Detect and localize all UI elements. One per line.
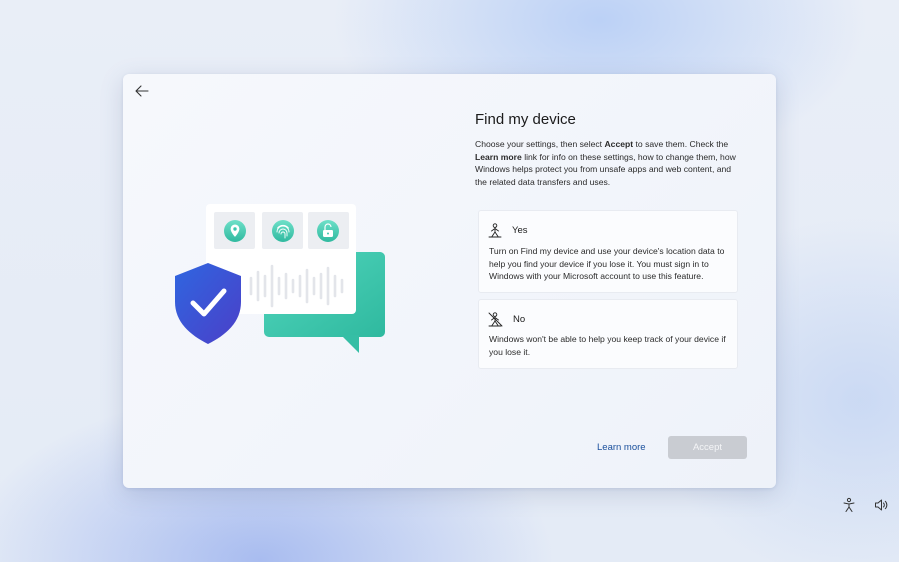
setup-dialog: Find my device Choose your settings, the… [123,74,776,488]
oobe-background: Find my device Choose your settings, the… [0,0,899,562]
system-tray [841,497,889,513]
option-yes-header: Yes [488,223,528,238]
option-yes[interactable]: Yes Turn on Find my device and use your … [478,210,738,293]
learn-more-link[interactable]: Learn more [597,442,646,453]
unlock-icon [317,220,339,242]
accept-button[interactable]: Accept [668,436,747,459]
page-title: Find my device [475,111,576,128]
find-device-illustration [175,204,385,353]
option-yes-label: Yes [512,225,528,236]
back-arrow-icon [135,85,149,97]
desc-learn-more-emphasis: Learn more [475,151,522,162]
page-description: Choose your settings, then select Accept… [475,138,745,188]
person-location-icon [488,223,502,238]
desc-text: to save them. Check the [633,139,729,149]
option-no-header: No [488,312,525,327]
location-pin-icon [224,220,246,242]
desc-text: Choose your settings, then select [475,139,605,149]
back-button[interactable] [131,82,153,100]
option-no[interactable]: No Windows won't be able to help you kee… [478,299,738,369]
option-yes-description: Turn on Find my device and use your devi… [489,246,725,281]
volume-icon[interactable] [873,497,889,513]
person-location-off-icon [488,312,503,327]
option-no-label: No [513,314,526,325]
accessibility-icon[interactable] [841,497,857,513]
shield-check-icon [175,263,241,344]
option-no-description: Windows won't be able to help you keep t… [489,334,726,357]
fingerprint-icon [272,220,294,242]
desc-accept-emphasis: Accept [604,139,634,149]
